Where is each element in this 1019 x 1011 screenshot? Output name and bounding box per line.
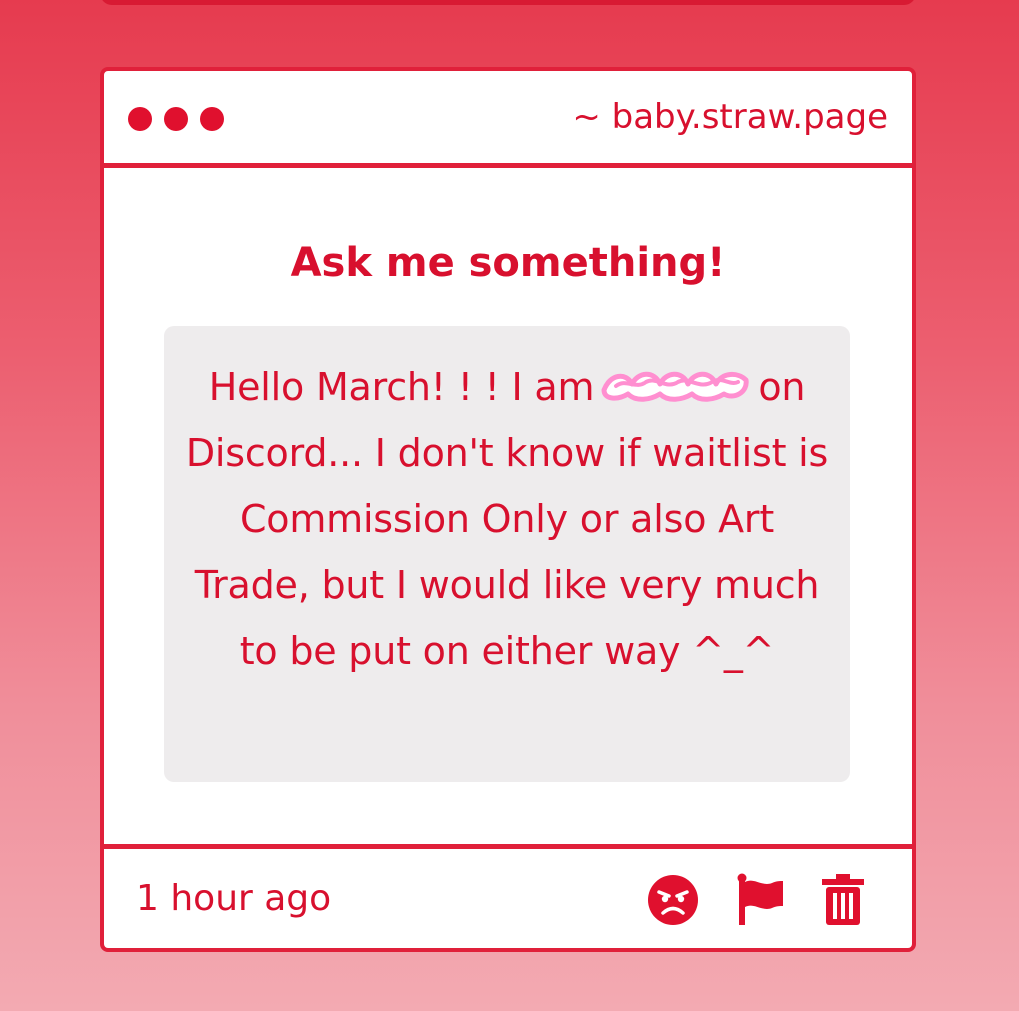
message-text-rest: on Discord... I don't know if waitlist i…: [185, 365, 829, 673]
angry-face-icon: [648, 875, 698, 925]
page-title: Ask me something!: [290, 240, 726, 286]
question-card: ~ baby.straw.page Ask me something! Hell…: [100, 67, 916, 952]
site-label: ~ baby.straw.page: [572, 97, 888, 137]
timestamp: 1 hour ago: [136, 878, 332, 919]
previous-card-edge: [100, 0, 916, 5]
message-box: Hello March! ! ! I am on Discord... I do…: [164, 326, 850, 782]
card-header: ~ baby.straw.page: [104, 71, 912, 168]
card-body: Ask me something! Hello March! ! ! I am …: [104, 168, 912, 844]
window-dot-icon: [200, 107, 224, 131]
trash-icon: [822, 874, 864, 925]
angry-react-button[interactable]: [646, 873, 700, 927]
message-text-start: Hello March! ! ! I am: [208, 365, 595, 409]
window-dot-icon: [128, 107, 152, 131]
card-footer: 1 hour ago: [104, 844, 912, 953]
redaction-scribble-icon: [601, 371, 749, 402]
window-dots: [128, 107, 224, 131]
report-button[interactable]: [732, 873, 786, 927]
flag-icon: [737, 873, 783, 925]
delete-button[interactable]: [816, 873, 870, 927]
window-dot-icon: [164, 107, 188, 131]
message-text: Hello March! ! ! I am on Discord... I do…: [184, 354, 830, 684]
